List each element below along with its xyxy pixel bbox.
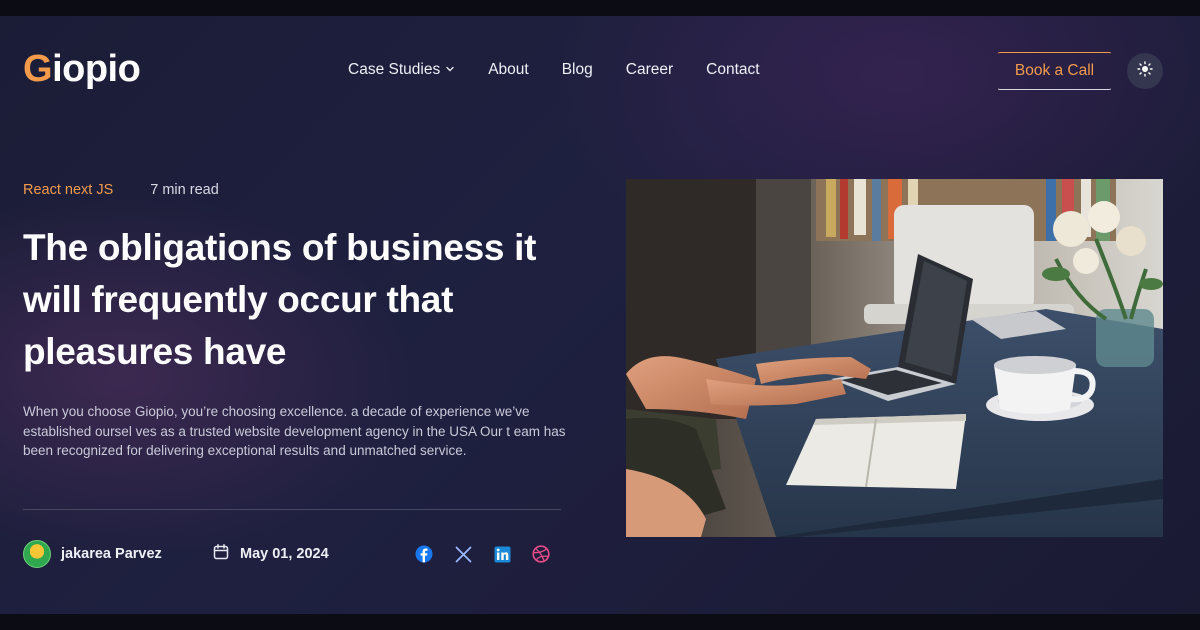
nav-item-label: Blog bbox=[561, 61, 593, 78]
nav-item-label: Career bbox=[625, 61, 674, 78]
nav-item-label: About bbox=[488, 61, 529, 78]
book-a-call-button[interactable]: Book a Call bbox=[997, 52, 1112, 90]
share-links bbox=[414, 544, 551, 564]
chevron-down-icon bbox=[445, 61, 455, 79]
post-category[interactable]: React next JS bbox=[23, 182, 113, 198]
nav-item-case-studies[interactable]: Case Studies bbox=[348, 61, 455, 79]
nav-item-career[interactable]: Career bbox=[626, 61, 673, 79]
logo[interactable]: Giopio bbox=[23, 48, 141, 91]
calendar-icon bbox=[212, 543, 230, 566]
linkedin-icon[interactable] bbox=[492, 544, 512, 564]
post-footer: jakarea Parvez May 01, 2024 bbox=[23, 540, 563, 568]
post-date: May 01, 2024 bbox=[212, 543, 329, 566]
read-time: 7 min read bbox=[150, 182, 219, 198]
nav-item-label: Contact bbox=[706, 61, 760, 78]
post-hero-image bbox=[626, 179, 1163, 537]
post-meta: React next JS 7 min read bbox=[23, 182, 219, 198]
author-name[interactable]: jakarea Parvez bbox=[61, 546, 162, 562]
nav-item-blog[interactable]: Blog bbox=[562, 61, 593, 79]
divider bbox=[23, 509, 561, 510]
page-frame: Giopio Case Studies About Blog Career Co… bbox=[0, 16, 1200, 614]
date-text: May 01, 2024 bbox=[240, 546, 329, 562]
logo-wordmark: iopio bbox=[52, 48, 141, 90]
nav-item-label: Case Studies bbox=[348, 61, 441, 78]
nav-item-about[interactable]: About bbox=[488, 61, 529, 79]
dribbble-icon[interactable] bbox=[531, 544, 551, 564]
nav-item-contact[interactable]: Contact bbox=[706, 61, 759, 79]
facebook-icon[interactable] bbox=[414, 544, 434, 564]
theme-toggle-button[interactable] bbox=[1127, 53, 1163, 89]
main-nav: Case Studies About Blog Career Contact bbox=[348, 61, 760, 79]
post-title: The obligations of business it will freq… bbox=[23, 227, 537, 372]
post-description: When you choose Giopio, you’re choosing … bbox=[23, 404, 566, 458]
sun-icon bbox=[1137, 60, 1153, 82]
x-twitter-icon[interactable] bbox=[453, 544, 473, 564]
logo-initial: G bbox=[23, 48, 53, 90]
avatar bbox=[23, 540, 51, 568]
